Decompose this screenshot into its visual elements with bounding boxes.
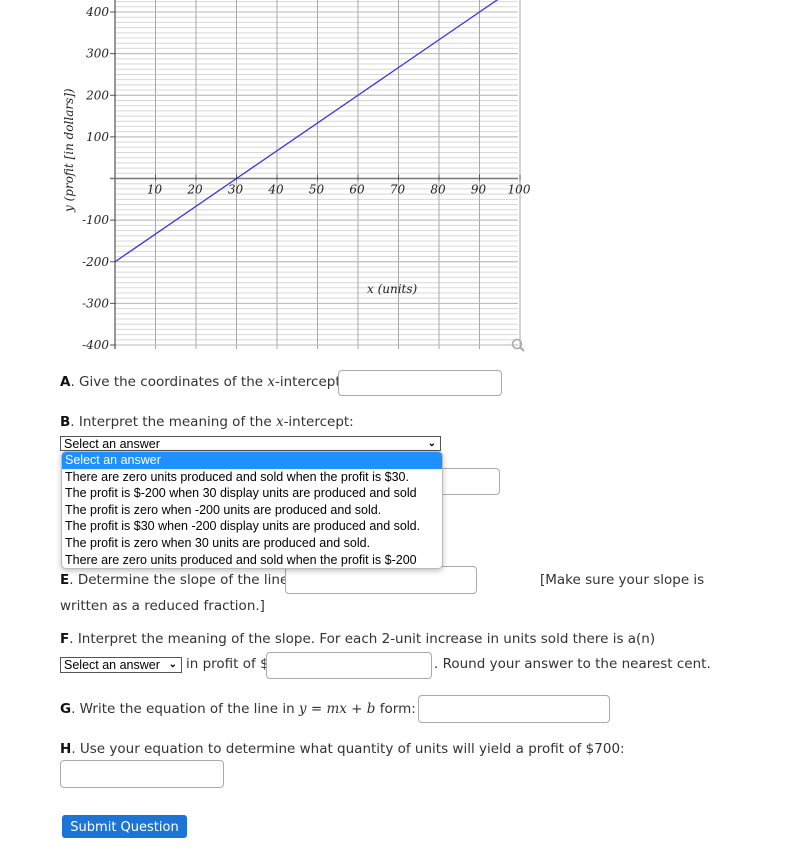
question-a-text: . Give the coordinates of the <box>70 374 268 390</box>
eq-mx: mx <box>326 701 347 717</box>
eq-y: y <box>298 701 307 717</box>
dropdown-option[interactable]: There are zero units produced and sold w… <box>62 469 442 486</box>
chevron-down-icon: ⌄ <box>427 438 436 449</box>
dropdown-option[interactable]: The profit is $30 when -200 display unit… <box>62 518 442 535</box>
x-intercept-meaning-options[interactable]: Select an answer There are zero units pro… <box>61 451 443 570</box>
y-tick-label: -400 <box>82 338 109 352</box>
question-f-letter: F <box>60 631 70 647</box>
y-tick-label: 300 <box>86 47 109 61</box>
question-h: H. Use your equation to determine what q… <box>60 741 625 757</box>
eq-equals: = <box>306 701 327 717</box>
question-b-letter: B <box>60 414 71 430</box>
x-tick-label: 90 <box>471 183 487 197</box>
question-f-text: . Interpret the meaning of the slope. Fo… <box>69 631 656 647</box>
y-tick-label: 400 <box>85 5 109 19</box>
question-h-text: . Use your equation to determine what qu… <box>71 741 625 757</box>
y-tick-label: 100 <box>86 130 109 144</box>
dropdown-option[interactable]: The profit is zero when -200 units are p… <box>62 502 442 519</box>
dropdown-option[interactable]: Select an answer <box>62 452 442 469</box>
dropdown-option[interactable]: The profit is $-200 when 30 display unit… <box>62 485 442 502</box>
dropdown-option[interactable]: There are zero units produced and sold w… <box>62 552 442 569</box>
x-axis-label: x (units) <box>367 282 418 296</box>
question-g-text-after: form: <box>375 701 416 717</box>
question-a-text-after: -intercept: <box>274 374 346 390</box>
var-x: x <box>275 414 284 430</box>
question-b-text-after: -intercept: <box>283 414 354 430</box>
y-tick-label: -300 <box>82 296 109 310</box>
var-x: x <box>267 374 275 390</box>
select-value: Select an answer <box>64 658 160 672</box>
quantity-input[interactable] <box>60 760 224 788</box>
eq-plus: + <box>346 701 367 717</box>
axes <box>110 0 518 349</box>
x-tick-label: 10 <box>147 183 163 197</box>
select-value: Select an answer <box>64 437 160 451</box>
profit-change-input[interactable] <box>266 652 432 679</box>
x-tick-label: 60 <box>349 183 365 197</box>
x-tick-label: 70 <box>390 183 406 197</box>
y-tick-label: -100 <box>82 213 109 227</box>
slope-note-cont: written as a reduced fraction.] <box>60 598 265 614</box>
submit-question-button[interactable]: Submit Question <box>62 815 187 838</box>
question-e-letter: E <box>60 572 70 588</box>
dropdown-option[interactable]: The profit is zero when 30 units are pro… <box>62 535 442 552</box>
question-f: F. Interpret the meaning of the slope. F… <box>60 631 655 647</box>
question-h-letter: H <box>60 741 72 757</box>
y-axis-label: y (profit [in dollars]) <box>62 88 76 213</box>
x-tick-label: 80 <box>430 183 446 197</box>
x-tick-label: 100 <box>508 183 531 197</box>
slope-note: [Make sure your slope is <box>540 572 705 588</box>
question-f-mid: in profit of $ <box>186 656 269 672</box>
x-intercept-input[interactable] <box>338 370 502 396</box>
x-tick-label: 40 <box>267 183 284 197</box>
equation-input[interactable] <box>418 695 610 723</box>
question-a: A. Give the coordinates of the x-interce… <box>60 374 345 390</box>
question-e-text: . Determine the slope of the line: <box>69 572 293 588</box>
question-b: B. Interpret the meaning of the x-interc… <box>60 414 354 430</box>
y-tick-label: -200 <box>82 255 109 269</box>
x-tick-label: 50 <box>309 183 325 197</box>
question-a-letter: A <box>60 374 71 390</box>
question-b-text: . Interpret the meaning of the <box>70 414 276 430</box>
question-g-text: . Write the equation of the line in <box>71 701 299 717</box>
question-g-letter: G <box>60 701 72 717</box>
question-g: G. Write the equation of the line in y =… <box>60 701 416 717</box>
x-intercept-meaning-select[interactable]: Select an answer ⌄ <box>60 436 441 451</box>
slope-input[interactable] <box>285 566 477 594</box>
x-tick-label: 20 <box>186 183 203 197</box>
y-tick-label: 200 <box>85 88 109 102</box>
x-tick-label: 30 <box>228 183 244 197</box>
grid-minor-lines <box>115 1 518 346</box>
profit-graph: 400 300 200 100 -100 -200 -300 -400 10 20 30 40 50 60… <box>62 0 531 352</box>
question-e: E. Determine the slope of the line: <box>60 572 293 588</box>
question-f-after: . Round your answer to the nearest cent. <box>434 656 711 672</box>
chevron-down-icon: ⌄ <box>168 659 177 670</box>
slope-direction-select[interactable]: Select an answer ⌄ <box>60 657 182 673</box>
